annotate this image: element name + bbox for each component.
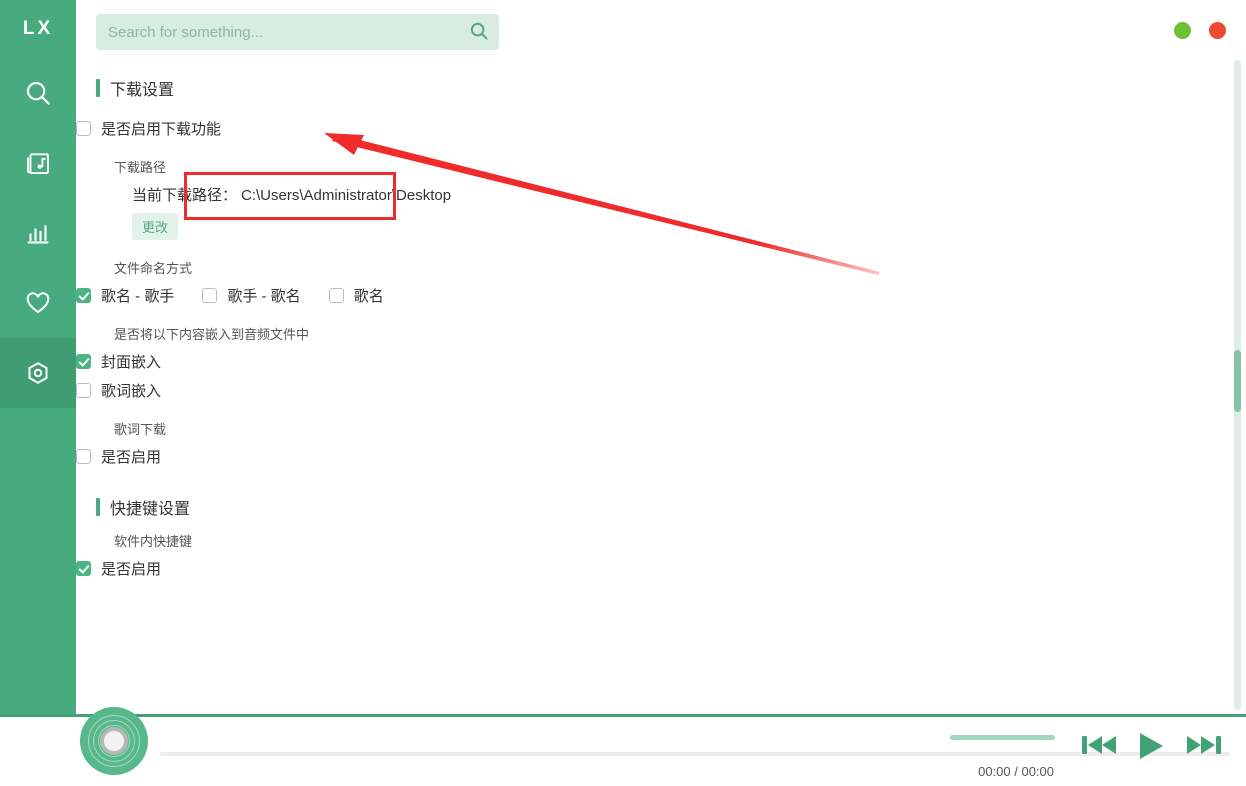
row-embed-lyric: 歌词嵌入 <box>76 380 1246 401</box>
skip-forward-icon <box>1185 736 1223 763</box>
checkbox-box[interactable] <box>76 383 91 398</box>
checkbox-box[interactable] <box>76 561 91 576</box>
checkbox-box[interactable] <box>76 288 91 303</box>
checkbox-box[interactable] <box>328 288 344 303</box>
heart-icon <box>23 288 53 318</box>
label-embed: 是否将以下内容嵌入到音频文件中 <box>114 327 310 342</box>
window-controls <box>1174 22 1226 39</box>
row-lyric-enable: 是否启用 <box>76 446 1246 467</box>
sidebar-item-songlist[interactable] <box>0 128 76 198</box>
checkbox-naming-song-artist[interactable]: 歌名 - 歌手 <box>76 285 174 306</box>
section-header-download: 下载设置 <box>96 76 1246 100</box>
label-lyric-download: 歌词下载 <box>114 422 167 437</box>
row-enable-download: 是否启用下载功能 <box>76 118 1246 139</box>
player-time: 00:00 / 00:00 <box>978 764 1054 779</box>
music-list-icon <box>23 148 53 178</box>
player-bar <box>0 707 1246 786</box>
sidebar-item-search[interactable] <box>0 58 76 128</box>
sidebar-item-settings[interactable] <box>0 338 76 408</box>
skip-back-icon <box>1080 736 1118 763</box>
volume-slider[interactable] <box>950 735 1055 740</box>
previous-button[interactable] <box>1080 730 1118 763</box>
label-download-path: 下载路径 <box>114 160 167 175</box>
checkbox-lyric-enable[interactable]: 是否启用 <box>76 446 161 467</box>
section-accent-bar <box>96 79 100 97</box>
settings-content: 下载设置 是否启用下载功能 下载路径 当前下载路径： C:\Users\Admi… <box>76 62 1246 714</box>
label-file-naming: 文件命名方式 <box>114 261 193 276</box>
checkbox-naming-artist-song[interactable]: 歌手 - 歌名 <box>202 285 301 306</box>
play-icon <box>1132 733 1168 767</box>
progress-slider[interactable] <box>160 752 1230 756</box>
group-file-naming: 歌名 - 歌手 歌手 - 歌名 歌名 <box>76 285 1246 306</box>
checkbox-embed-cover[interactable]: 封面嵌入 <box>76 351 161 372</box>
checkbox-label: 是否启用 <box>101 449 162 466</box>
checkbox-box[interactable] <box>76 449 91 464</box>
checkbox-hotkey-enable[interactable]: 是否启用 <box>76 558 161 579</box>
section-header-hotkey: 快捷键设置 <box>96 495 1246 519</box>
section-title-hotkey: 快捷键设置 <box>110 501 191 518</box>
close-button[interactable] <box>1209 22 1226 39</box>
download-path-value: C:\Users\Administrator\Desktop <box>241 187 452 204</box>
checkbox-box[interactable] <box>76 354 91 369</box>
app-logo: LX <box>22 18 54 39</box>
checkbox-label: 封面嵌入 <box>101 354 162 371</box>
checkbox-label: 歌词嵌入 <box>101 383 162 400</box>
checkbox-enable-download[interactable]: 是否启用下载功能 <box>76 118 221 139</box>
next-button[interactable] <box>1185 730 1223 763</box>
bar-chart-icon <box>23 218 53 248</box>
checkbox-label: 歌名 <box>353 288 384 305</box>
content-scrollbar-track[interactable] <box>1234 60 1241 710</box>
checkbox-label: 歌手 - 歌名 <box>227 288 301 305</box>
play-button[interactable] <box>1132 728 1168 767</box>
search-bar[interactable] <box>96 14 499 50</box>
checkbox-label: 歌名 - 歌手 <box>101 288 175 305</box>
content-scrollbar-thumb[interactable] <box>1234 350 1241 412</box>
checkbox-box[interactable] <box>76 121 91 136</box>
hexagon-gear-icon <box>23 358 53 388</box>
vinyl-record-icon[interactable] <box>80 707 148 775</box>
search-icon <box>468 20 490 45</box>
minimize-button[interactable] <box>1174 22 1191 39</box>
change-path-button[interactable]: 更改 <box>132 213 179 240</box>
checkbox-naming-song[interactable]: 歌名 <box>328 285 384 306</box>
sidebar: LX <box>0 0 76 786</box>
download-path-prefix: 当前下载路径： <box>132 187 238 204</box>
checkbox-box[interactable] <box>202 288 218 303</box>
search-icon <box>23 78 53 108</box>
download-path-row: 当前下载路径： C:\Users\Administrator\Desktop <box>132 184 1246 205</box>
sidebar-item-leaderboard[interactable] <box>0 198 76 268</box>
sidebar-item-favorites[interactable] <box>0 268 76 338</box>
row-hotkey-enable: 是否启用 <box>76 558 1246 579</box>
search-input[interactable] <box>96 23 459 41</box>
checkbox-embed-lyric[interactable]: 歌词嵌入 <box>76 380 161 401</box>
row-embed-cover: 封面嵌入 <box>76 351 1246 372</box>
section-title-download: 下载设置 <box>110 82 175 99</box>
app-window: LX Search for something... 下载设置 是否启用下载功能… <box>0 0 1246 786</box>
search-button[interactable] <box>459 14 499 50</box>
checkbox-label: 是否启用 <box>101 561 162 578</box>
checkbox-label: 是否启用下载功能 <box>101 121 222 138</box>
top-bar <box>76 0 1246 62</box>
section-accent-bar <box>96 498 100 516</box>
label-in-app-hotkey: 软件内快捷键 <box>114 534 193 549</box>
